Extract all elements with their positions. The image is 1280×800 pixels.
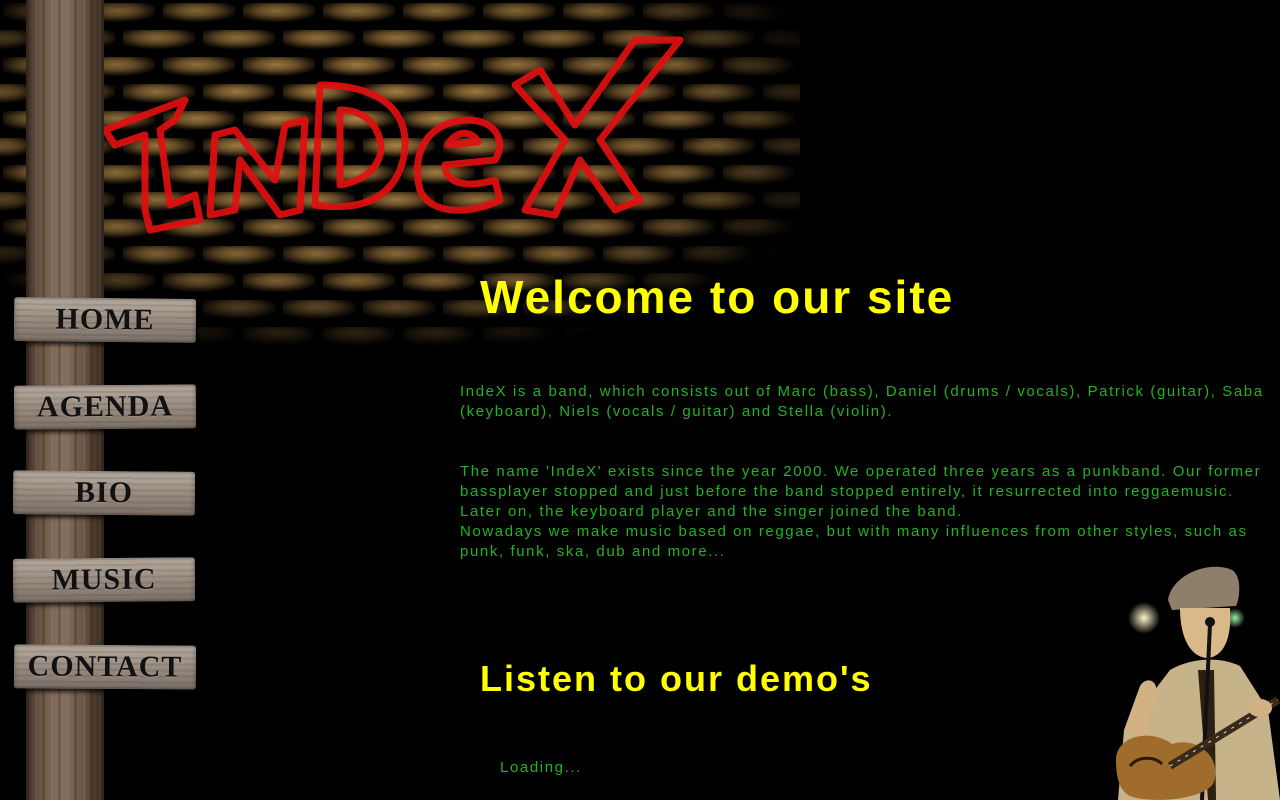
band-history-text: The name 'IndeX' exists since the year 2… [460, 462, 1265, 562]
nav-music-sign[interactable]: MUSIC [12, 557, 196, 603]
nav-agenda-sign[interactable]: AGENDA [13, 384, 197, 430]
graffiti-logo [101, 36, 684, 234]
musician-photo [1116, 566, 1280, 800]
welcome-title: Welcome to our site [480, 271, 955, 323]
band-style-paragraph: Nowadays we make music based on reggae, … [460, 523, 1248, 560]
demo-title: Listen to our demo's [480, 658, 873, 699]
nav-contact-sign[interactable]: CONTACT [13, 644, 197, 690]
player-loading-status: Loading... [500, 759, 582, 776]
nav-home-sign[interactable]: HOME [13, 297, 197, 343]
band-history-paragraph: The name 'IndeX' exists since the year 2… [460, 463, 1262, 520]
demo-player[interactable]: Loading... [500, 758, 800, 780]
band-intro-text: IndeX is a band, which consists out of M… [460, 383, 1264, 420]
nav-bio-sign[interactable]: BIO [12, 470, 196, 516]
